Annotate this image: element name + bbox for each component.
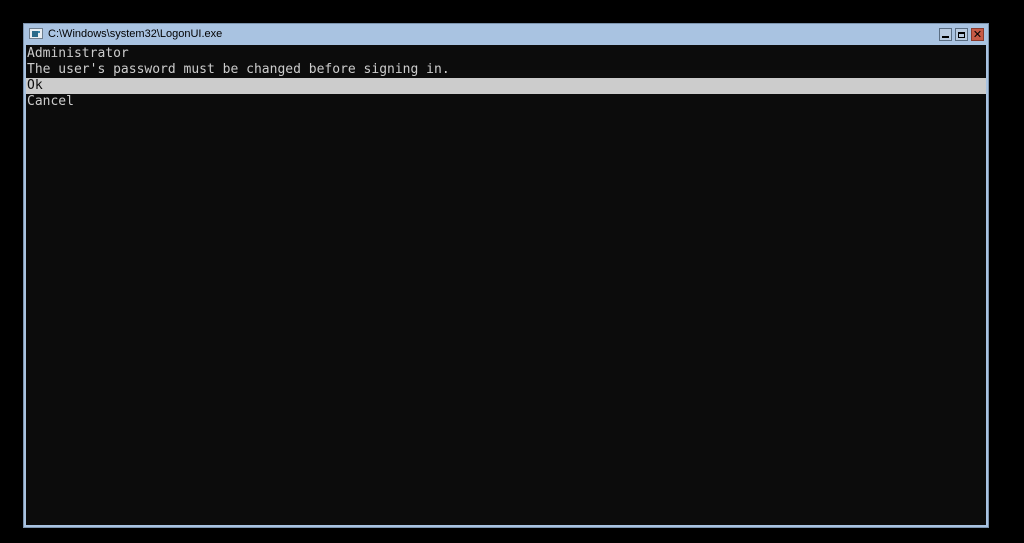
cancel-option[interactable]: Cancel <box>27 94 74 110</box>
console-area: Administrator The user's password must b… <box>26 45 986 525</box>
password-change-message: The user's password must be changed befo… <box>27 62 450 77</box>
console-window: C:\Windows\system32\LogonUI.exe ✕ Admini… <box>23 23 989 528</box>
maximize-icon <box>958 31 965 38</box>
title-bar[interactable]: C:\Windows\system32\LogonUI.exe ✕ <box>24 24 988 45</box>
maximize-button[interactable] <box>955 28 968 41</box>
username-text: Administrator <box>27 46 129 61</box>
ok-option[interactable]: Ok <box>26 78 986 94</box>
window-title: C:\Windows\system32\LogonUI.exe <box>48 28 223 40</box>
close-icon: ✕ <box>972 28 983 41</box>
minimize-icon <box>942 36 949 38</box>
minimize-button[interactable] <box>939 28 952 41</box>
close-button[interactable]: ✕ <box>971 28 984 41</box>
console-app-icon[interactable] <box>29 28 43 39</box>
